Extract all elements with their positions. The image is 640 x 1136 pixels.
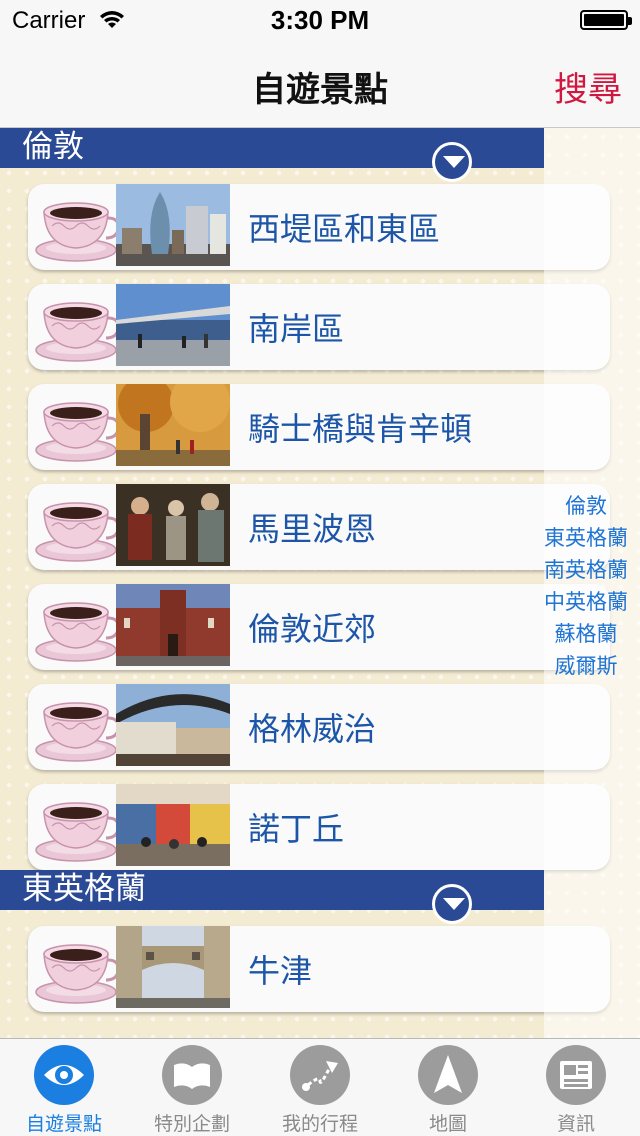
tab-label: 特別企劃 — [153, 1113, 230, 1135]
tab-eye[interactable]: 自遊景點 — [0, 1045, 128, 1136]
teacup-icon — [34, 592, 120, 664]
attraction-label: 騎士橋與肯辛頓 — [248, 410, 473, 448]
teacup-icon — [34, 192, 120, 264]
battery-icon — [580, 10, 632, 30]
attraction-row[interactable]: 騎士橋與肯辛頓 — [28, 384, 610, 470]
tab-label: 地圖 — [428, 1113, 467, 1135]
collapse-chevron-icon[interactable] — [432, 884, 472, 924]
attraction-row[interactable]: 馬里波恩 — [28, 484, 610, 570]
index-item[interactable]: 蘇格蘭 — [538, 618, 634, 648]
teacup-icon — [34, 792, 120, 864]
attraction-label: 倫敦近郊 — [248, 610, 377, 648]
clock: 3:30 PM — [270, 5, 370, 35]
attraction-label: 牛津 — [248, 952, 313, 990]
wax-figures-photo — [116, 484, 230, 566]
attraction-label: 南岸區 — [248, 310, 345, 348]
tab-route[interactable]: 我的行程 — [256, 1045, 384, 1136]
route-icon — [290, 1045, 350, 1105]
attraction-row[interactable]: 格林威治 — [28, 684, 610, 770]
search-button[interactable]: 搜尋 — [554, 62, 622, 111]
section-header: 倫敦 — [0, 128, 544, 182]
teacup-icon — [34, 392, 120, 464]
section-title: 倫敦 — [22, 129, 84, 165]
eye-icon — [34, 1045, 94, 1105]
tab-compass-arrow[interactable]: 地圖 — [384, 1045, 512, 1136]
tab-newspaper[interactable]: 資訊 — [512, 1045, 640, 1136]
tab-bar: 自遊景點 特別企劃 我的行程 地圖 資訊 — [0, 1038, 640, 1136]
index-item[interactable]: 威爾斯 — [538, 650, 634, 680]
attraction-label: 馬里波恩 — [248, 510, 377, 548]
autumn-park-photo — [116, 384, 230, 466]
book-icon — [162, 1045, 222, 1105]
section-title: 東英格蘭 — [22, 871, 146, 907]
collapse-chevron-icon[interactable] — [432, 142, 472, 182]
attraction-row[interactable]: 牛津 — [28, 926, 610, 1012]
teacup-icon — [34, 692, 120, 764]
tab-label: 我的行程 — [281, 1113, 358, 1135]
attraction-label: 西堤區和東區 — [248, 210, 441, 248]
attraction-label: 諾丁丘 — [248, 810, 345, 848]
newspaper-icon — [546, 1045, 606, 1105]
brick-palace-photo — [116, 584, 230, 666]
attraction-row[interactable]: 倫敦近郊 — [28, 584, 610, 670]
attraction-row[interactable]: 南岸區 — [28, 284, 610, 370]
index-item[interactable]: 東英格蘭 — [538, 522, 634, 552]
market-arch-photo — [116, 684, 230, 766]
screen: Carrier 3:30 PM 自遊景點 搜尋 倫敦 西堤區和東區 南岸區 騎士… — [0, 0, 640, 1136]
page-title: 自遊景點 — [252, 70, 388, 110]
attraction-row[interactable]: 西堤區和東區 — [28, 184, 610, 270]
attraction-label: 格林威治 — [248, 710, 377, 748]
tab-book[interactable]: 特別企劃 — [128, 1045, 256, 1136]
index-item[interactable]: 倫敦 — [538, 490, 634, 520]
attraction-row[interactable]: 諾丁丘 — [28, 784, 610, 870]
tab-label: 自遊景點 — [25, 1113, 102, 1135]
teacup-icon — [34, 492, 120, 564]
teacup-icon — [34, 934, 120, 1006]
navigation-bar: 自遊景點 搜尋 — [0, 40, 640, 128]
section-header: 東英格蘭 — [0, 870, 544, 924]
street-market-photo — [116, 784, 230, 866]
compass-arrow-icon — [418, 1045, 478, 1105]
index-item[interactable]: 中英格蘭 — [538, 586, 634, 616]
bridge-of-sighs-photo — [116, 926, 230, 1008]
millennium-bridge-photo — [116, 284, 230, 366]
index-item[interactable]: 南英格蘭 — [538, 554, 634, 584]
teacup-icon — [34, 292, 120, 364]
section-index[interactable]: 倫敦 東英格蘭 南英格蘭 中英格蘭 蘇格蘭 威爾斯 — [544, 128, 640, 1038]
status-bar: Carrier 3:30 PM — [0, 0, 640, 40]
city-skyline-photo — [116, 184, 230, 266]
tab-label: 資訊 — [556, 1113, 595, 1135]
